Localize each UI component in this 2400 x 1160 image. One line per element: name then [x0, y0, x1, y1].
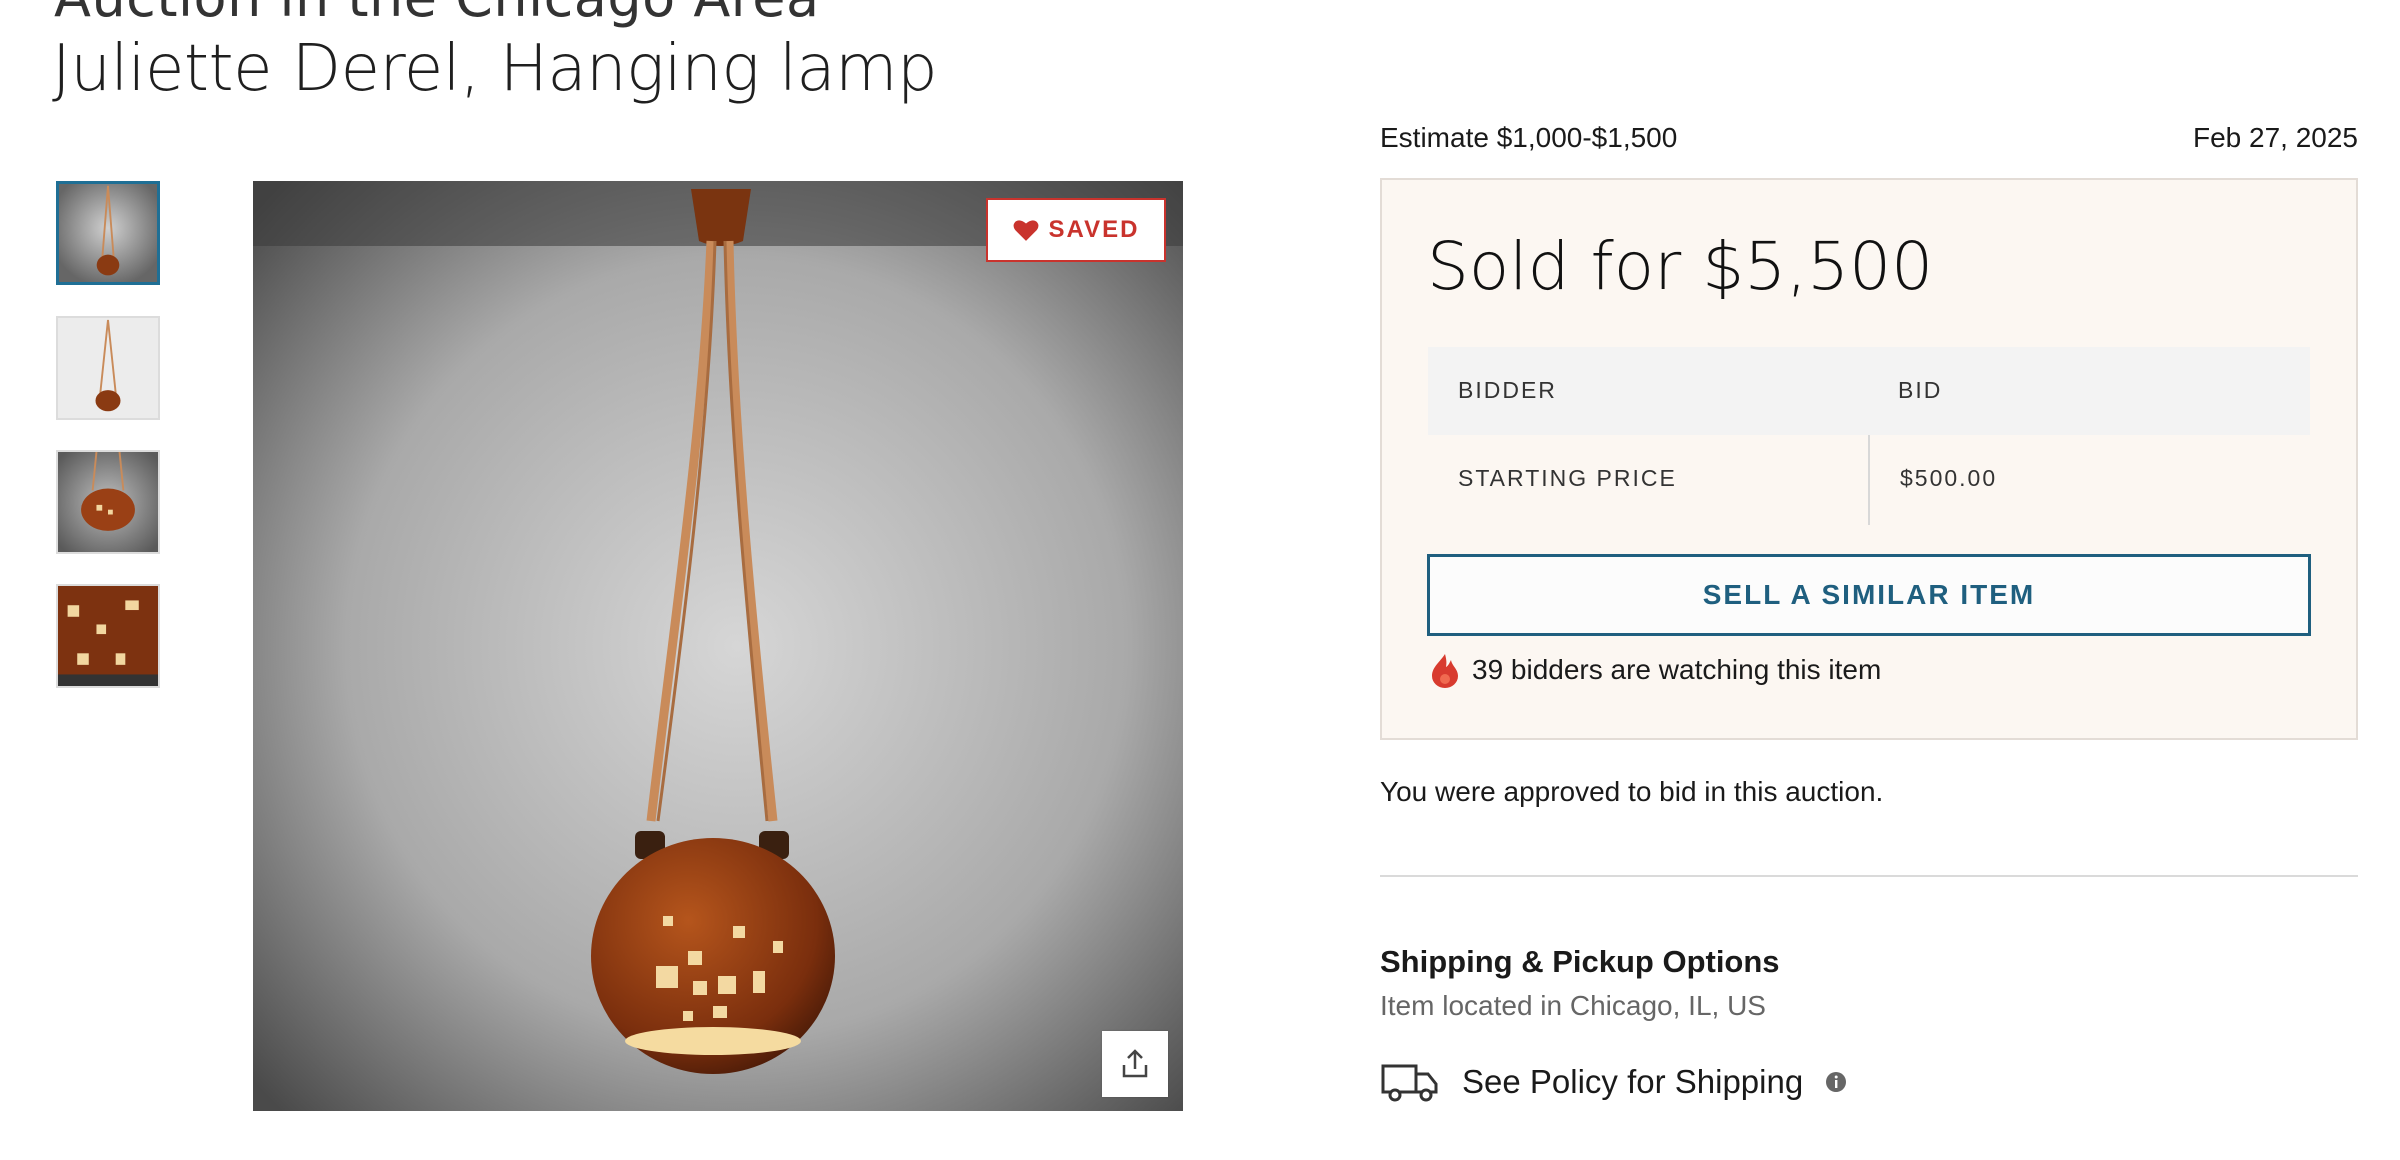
lamp-thumbnail-image: [58, 318, 158, 418]
page-title: Juliette Derel, Hanging lamp: [52, 32, 938, 106]
saved-label: SAVED: [1048, 216, 1140, 243]
saved-button[interactable]: SAVED: [986, 198, 1166, 262]
share-button[interactable]: [1102, 1031, 1168, 1097]
main-product-image[interactable]: [253, 181, 1183, 1111]
thumbnail-2[interactable]: [56, 316, 160, 420]
approval-message: You were approved to bid in this auction…: [1380, 776, 1884, 807]
truck-icon: [1381, 1064, 1438, 1102]
column-divider: [1868, 435, 1870, 525]
flame-icon: [1432, 654, 1458, 688]
sell-similar-item-button[interactable]: SELL A SIMILAR ITEM: [1427, 554, 2311, 636]
item-location: Item located in Chicago, IL, US: [1380, 990, 1766, 1021]
watchers-info: 39 bidders are watching this item: [1430, 652, 1881, 688]
sold-price: Sold for $5,500: [1427, 228, 1934, 305]
table-row: STARTING PRICE $500.00: [1428, 435, 2310, 525]
section-divider: [1380, 875, 2358, 877]
share-icon: [1122, 1049, 1148, 1078]
estimate-text: Estimate $1,000-$1,500: [1380, 122, 1678, 153]
bidder-column-header: BIDDER: [1458, 377, 1557, 403]
shipping-title: Shipping & Pickup Options: [1380, 944, 1780, 979]
shipping-policy: See Policy for Shipping: [1380, 1060, 1847, 1104]
watchers-text: 39 bidders are watching this item: [1472, 654, 1882, 685]
lamp-thumbnail-image: [59, 184, 157, 282]
bid-table: BIDDER BID STARTING PRICE $500.00: [1428, 347, 2310, 525]
thumbnail-1[interactable]: [56, 181, 160, 285]
thumbnail-4[interactable]: [56, 584, 160, 688]
hanging-lamp-image: [253, 181, 1183, 1111]
heart-icon: [1013, 220, 1039, 241]
clipped-header-text: Auction in the Chicago Area: [54, 0, 820, 29]
lamp-thumbnail-image: [58, 452, 158, 552]
thumbnail-3[interactable]: [56, 450, 160, 554]
starting-price-value: $500.00: [1900, 465, 1998, 491]
bid-table-header: BIDDER BID: [1428, 347, 2310, 435]
info-icon[interactable]: [1825, 1071, 1847, 1093]
shipping-policy-link[interactable]: See Policy for Shipping: [1462, 1063, 1803, 1101]
bid-column-header: BID: [1898, 377, 1943, 403]
starting-price-label: STARTING PRICE: [1458, 465, 1677, 491]
auction-date: Feb 27, 2025: [2192, 122, 2358, 153]
lamp-thumbnail-image: [58, 586, 158, 686]
